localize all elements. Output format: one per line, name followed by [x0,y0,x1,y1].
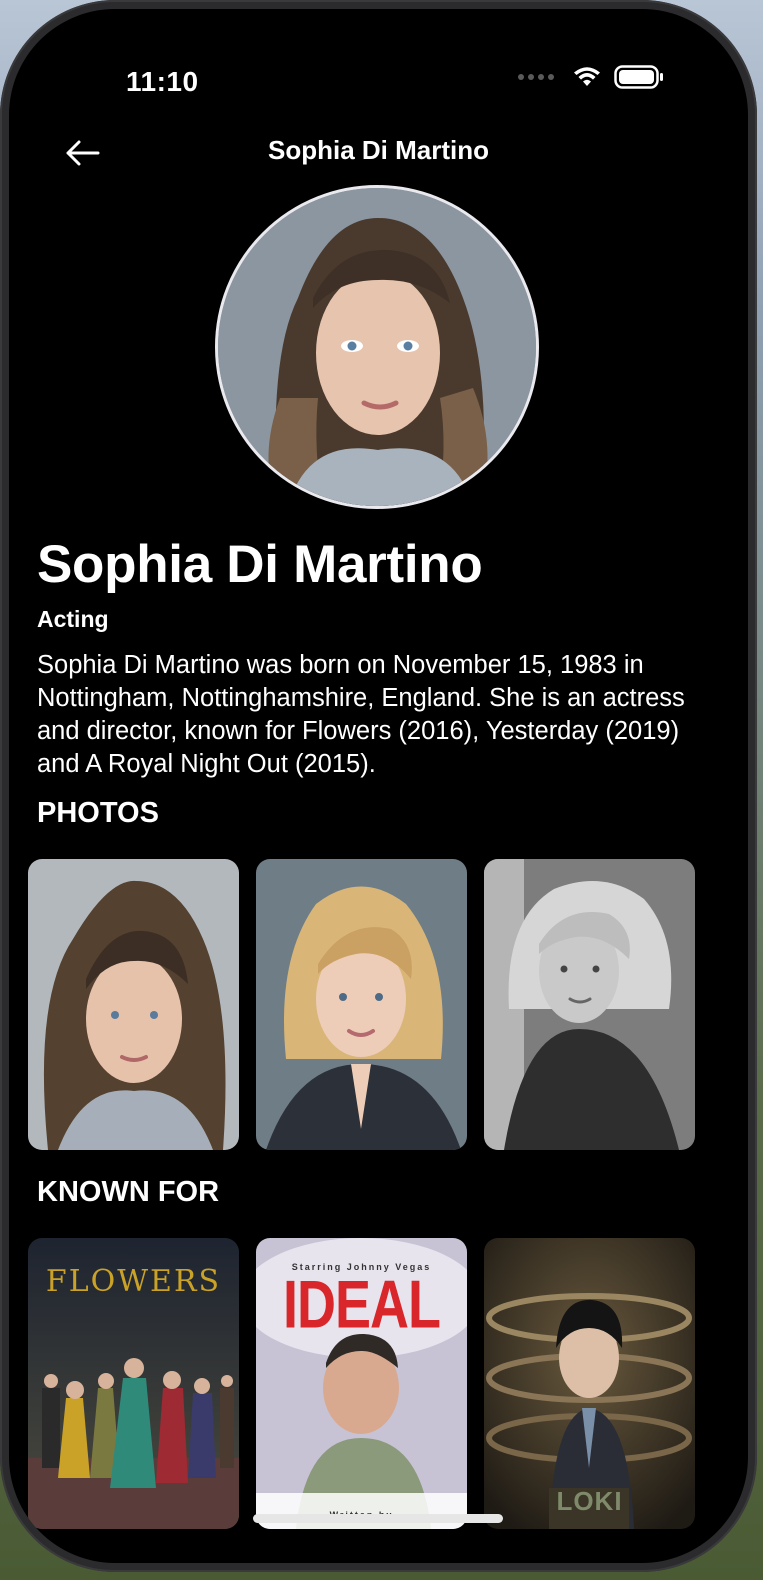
poster-title-ideal: IDEAL [283,1267,441,1343]
photo-card[interactable] [28,859,239,1150]
phone-frame: 11:10 Sophia Di Martino Sophia Di Martin… [0,0,757,1572]
known-for-department: Acting [37,606,109,632]
biography-text: Sophia Di Martino was born on November 1… [37,651,685,778]
poster-card-flowers[interactable]: FLOWERS [28,1238,239,1529]
person-name: Sophia Di Martino [37,535,483,594]
photo-card[interactable] [256,859,467,1150]
poster-title-loki: LOKI [556,1486,623,1516]
app-screen: 11:10 Sophia Di Martino Sophia Di Martin… [9,9,748,1563]
battery-icon [614,65,664,89]
home-indicator[interactable] [253,1514,503,1523]
photo-card[interactable] [484,859,695,1150]
known-for-row[interactable]: FLOWERS Starring Johnny Vegas IDEAL Writ… [28,1238,695,1529]
poster-title-flowers: FLOWERS [45,1264,222,1299]
poster-card-loki[interactable]: LOKI [484,1238,695,1529]
profile-avatar [215,185,539,509]
wifi-icon [572,66,602,88]
poster-card-ideal[interactable]: Starring Johnny Vegas IDEAL Written by [256,1238,467,1529]
photos-section-title: PHOTOS [37,797,159,829]
nav-title: Sophia Di Martino [268,135,489,165]
status-time: 11:10 [126,66,199,97]
cellular-signal-icon [518,74,554,80]
known-for-section-title: KNOWN FOR [37,1176,220,1208]
photos-row[interactable] [28,859,695,1150]
status-indicators [518,65,664,89]
